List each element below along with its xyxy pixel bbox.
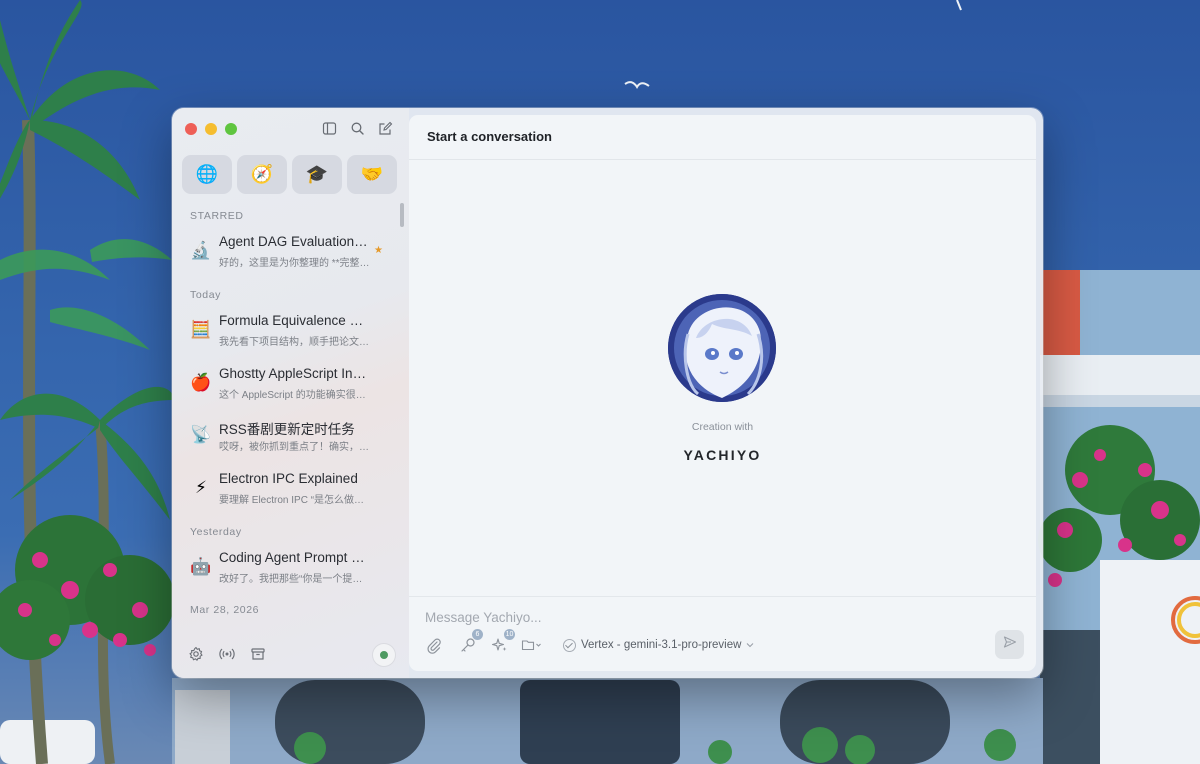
conversation-item[interactable]: 🍎 Ghostty AppleScript In… 这个 AppleScript…	[190, 362, 390, 404]
folder-dropdown-icon[interactable]	[521, 636, 543, 654]
new-chat-icon[interactable]	[378, 121, 393, 136]
toggle-sidebar-icon[interactable]	[322, 121, 337, 136]
conversation-title: Formula Equivalence C…	[219, 313, 371, 328]
sidebar: 🌐 🧭 🎓 🤝 STARRED 🔬 Agent DAG Evaluation ……	[172, 108, 409, 678]
conversation-title: Agent DAG Evaluation …	[219, 234, 371, 249]
archive-icon[interactable]	[250, 646, 266, 662]
conversation-title: RSS番剧更新定时任务	[219, 422, 355, 437]
broadcast-icon[interactable]	[219, 646, 235, 662]
model-check-icon	[563, 638, 576, 652]
message-input[interactable]	[423, 605, 947, 629]
conversation-item[interactable]: ⚡ Electron IPC Explained 要理解 Electron IP…	[190, 467, 390, 509]
section-label-starred: STARRED	[190, 210, 244, 222]
section-label-yesterday: Yesterday	[190, 526, 242, 538]
compass-icon: 🧭	[250, 164, 274, 184]
conversation-preview: 哎呀，被你抓到重点了！确实，…	[219, 442, 369, 453]
main-header: Start a conversation	[409, 115, 1036, 160]
sidebar-toolbar	[322, 121, 393, 136]
model-selector[interactable]: Vertex - gemini-3.1-pro-preview	[563, 638, 754, 652]
sidebar-footer	[188, 646, 266, 662]
conversation-item[interactable]: 🧮 Formula Equivalence C… 我先看下项目结构，顺手把论文…	[190, 309, 390, 351]
conversation-preview: 要理解 Electron IPC “是怎么做…	[219, 495, 365, 506]
conversation-preview: 改好了。我把那些“你是一个提…	[219, 574, 363, 585]
attach-paperclip-icon[interactable]	[425, 636, 443, 654]
tools-sparkle-icon[interactable]: 10	[491, 629, 515, 654]
search-icon[interactable]	[350, 121, 365, 136]
yachiyo-avatar	[668, 294, 776, 402]
conversation-item[interactable]: 📡 RSS番剧更新定时任务 哎呀，被你抓到重点了！确实，…	[190, 414, 390, 456]
tools-count-badge: 10	[504, 629, 515, 640]
maximize-window-button[interactable]	[225, 123, 237, 135]
handshake-icon: 🤝	[360, 164, 384, 184]
agent-button-compass[interactable]: 🧭	[237, 155, 287, 194]
window-controls	[185, 123, 237, 135]
robot-icon: 🤖	[190, 557, 212, 576]
apple-icon: 🍎	[190, 373, 212, 392]
conversation-item[interactable]: 🤖 Coding Agent Prompt … 改好了。我把那些“你是一个提…	[190, 546, 390, 588]
skills-key-icon[interactable]: 6	[459, 629, 483, 654]
creation-with-label: Creation with	[691, 421, 754, 433]
main-panel: Start a conversation Creation with YACHI…	[409, 115, 1036, 671]
page-title: Start a conversation	[427, 129, 552, 144]
connection-status-indicator[interactable]	[373, 644, 395, 666]
send-icon	[1003, 635, 1017, 654]
conversation-title: Coding Agent Prompt …	[219, 550, 365, 565]
send-button[interactable]	[995, 630, 1024, 659]
settings-gear-icon[interactable]	[188, 646, 204, 662]
skills-count-badge: 6	[472, 629, 483, 640]
composer-divider	[409, 596, 1036, 597]
conversation-preview: 好的，这里是为你整理的 **完整…	[219, 258, 370, 269]
agent-switcher: 🌐 🧭 🎓 🤝	[182, 155, 397, 194]
microscope-icon: 🔬	[190, 241, 212, 260]
minimize-window-button[interactable]	[205, 123, 217, 135]
close-window-button[interactable]	[185, 123, 197, 135]
assistant-name: YACHIYO	[683, 447, 762, 463]
satellite-dish-icon: 📡	[190, 425, 212, 444]
composer-toolbar: 6 10 Vertex - gemini-3.1-pro-preview	[425, 629, 754, 654]
star-icon[interactable]: ★	[374, 245, 383, 256]
conversation-title: Ghostty AppleScript In…	[219, 366, 367, 381]
conversation-item[interactable]: 🔬 Agent DAG Evaluation … 好的，这里是为你整理的 **完…	[190, 230, 390, 272]
globe-icon: 🌐	[195, 164, 219, 184]
chevron-down-icon	[746, 639, 754, 651]
abacus-icon: 🧮	[190, 320, 212, 339]
agent-button-graduation[interactable]: 🎓	[292, 155, 342, 194]
conversation-preview: 我先看下项目结构，顺手把论文…	[219, 337, 369, 348]
lightning-icon: ⚡	[195, 478, 207, 497]
agent-button-yachiyo[interactable]: 🌐	[182, 155, 232, 194]
sidebar-scrollbar[interactable]	[400, 203, 404, 227]
agent-button-handshake[interactable]: 🤝	[347, 155, 397, 194]
graduation-cap-icon: 🎓	[305, 164, 329, 184]
section-label-today: Today	[190, 289, 222, 301]
app-window: 🌐 🧭 🎓 🤝 STARRED 🔬 Agent DAG Evaluation ……	[172, 108, 1043, 678]
model-name: Vertex - gemini-3.1-pro-preview	[581, 639, 742, 651]
conversation-preview: 这个 AppleScript 的功能确实很…	[219, 390, 366, 401]
conversation-title: Electron IPC Explained	[219, 471, 358, 486]
section-label-date: Mar 28, 2026	[190, 604, 260, 616]
